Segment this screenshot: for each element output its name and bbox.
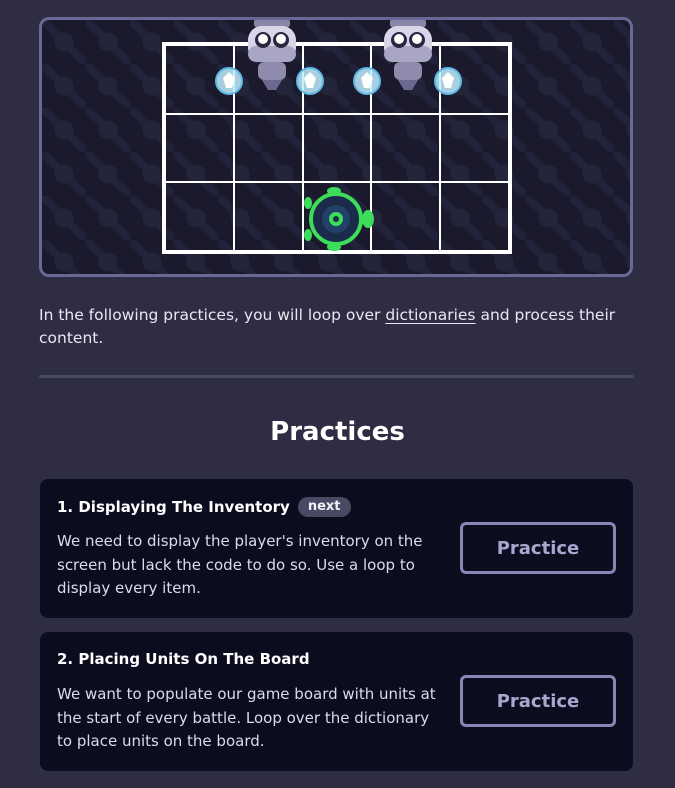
section-divider [39, 375, 634, 378]
practice-title-row: 2. Placing Units On The Board [57, 650, 310, 668]
practice-button[interactable]: Practice [460, 675, 616, 727]
game-board-illustration [39, 17, 633, 277]
practice-title-row: 1. Displaying The Inventory next [57, 497, 351, 517]
practice-button[interactable]: Practice [460, 522, 616, 574]
crystal-gem-icon [296, 67, 324, 95]
crystal-gem-icon [215, 67, 243, 95]
crystal-gem-icon [434, 67, 462, 95]
intro-text-before: In the following practices, you will loo… [39, 306, 386, 324]
dictionaries-link[interactable]: dictionaries [385, 306, 475, 324]
practices-heading: Practices [270, 417, 405, 447]
practice-card: 1. Displaying The Inventory next We need… [40, 479, 633, 618]
practice-title: 1. Displaying The Inventory [57, 498, 290, 516]
robot-enemy-icon [384, 20, 432, 90]
crystal-gem-icon [353, 67, 381, 95]
board-cell [440, 113, 509, 183]
board-cell [233, 113, 303, 183]
board-cell [371, 182, 441, 251]
board-cell [165, 182, 234, 251]
intro-paragraph: In the following practices, you will loo… [39, 304, 639, 350]
practice-description: We need to display the player's inventor… [57, 532, 423, 597]
board-cell [440, 182, 509, 251]
practice-description: We want to populate our game board with … [57, 685, 436, 750]
next-badge: next [297, 497, 351, 517]
board-cell [302, 113, 372, 183]
board-cell [371, 113, 441, 183]
player-turtle-icon [304, 187, 374, 251]
practice-title: 2. Placing Units On The Board [57, 650, 310, 668]
robot-enemy-icon [248, 20, 296, 90]
board-cell [165, 113, 234, 183]
practice-card: 2. Placing Units On The Board We want to… [40, 632, 633, 771]
board-cell [233, 182, 303, 251]
